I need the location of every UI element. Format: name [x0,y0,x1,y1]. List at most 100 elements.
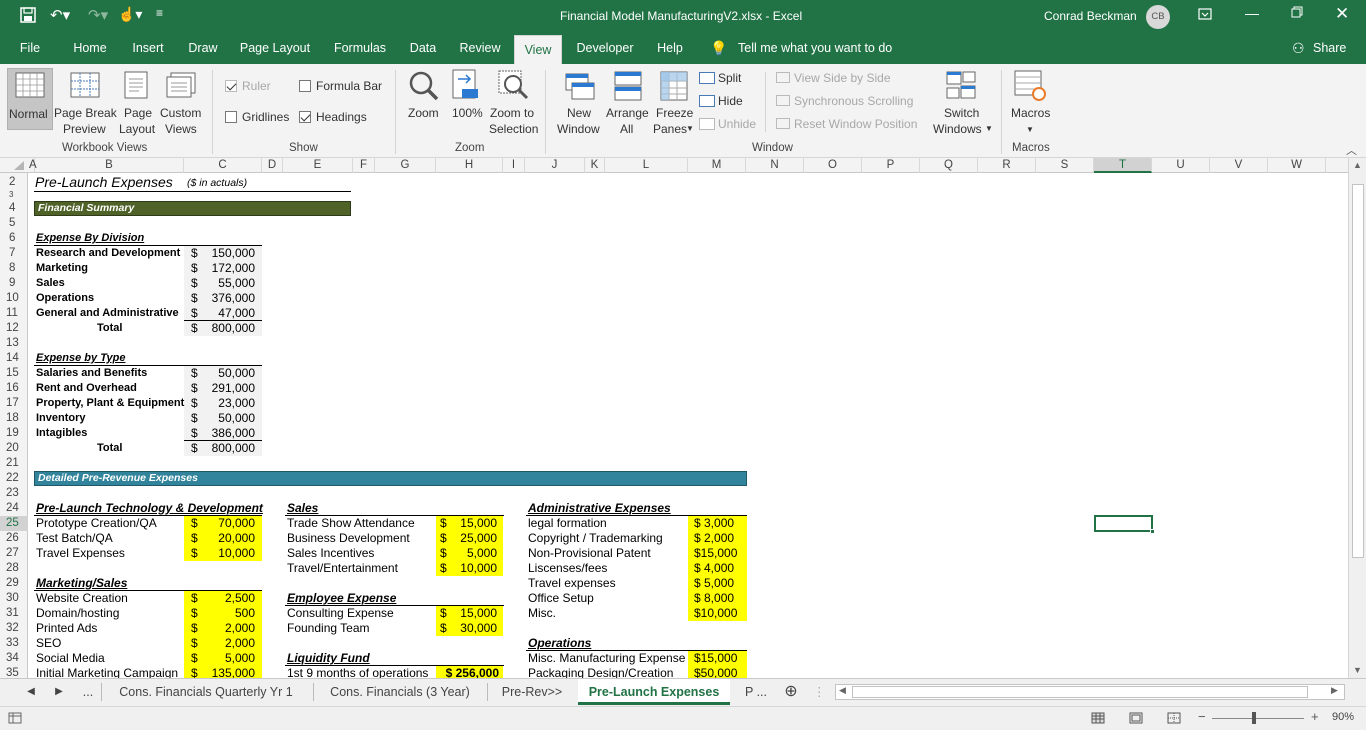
tech-item-value[interactable]: 10,000 [201,546,255,561]
admin-item-label[interactable]: Liscenses/fees [528,561,607,576]
hide-button[interactable]: Hide [718,93,743,109]
admin-item-value[interactable]: $ 2,000 [694,531,734,546]
next-sheet-icon[interactable]: ▶ [52,679,66,705]
row-header[interactable]: 30 [0,591,28,606]
admin-item-label[interactable]: Office Setup [528,591,594,606]
page-layout-label-1[interactable]: Page [124,105,152,121]
detailed-expenses-bar[interactable]: Detailed Pre-Revenue Expenses [34,471,747,486]
liquidity-heading[interactable]: Liquidity Fund [287,651,370,666]
fill-handle[interactable] [1150,529,1155,534]
sheet-tab[interactable]: Pre-Rev>> [492,679,572,705]
row-header[interactable]: 28 [0,561,28,576]
formula-bar-checkbox[interactable] [299,80,311,92]
page-layout-label-2[interactable]: Layout [119,121,155,137]
marketing-item-label[interactable]: Initial Marketing Campaign [36,666,178,678]
scroll-right-icon[interactable]: ▶ [1331,685,1338,696]
admin-item-label[interactable]: Copyright / Trademarking [528,531,663,546]
row-header[interactable]: 15 [0,366,28,381]
col-header[interactable]: G [375,158,436,173]
sheet-title[interactable]: Pre-Launch Expenses [35,175,173,190]
sheet-tab-active[interactable]: Pre-Launch Expenses [578,679,730,705]
gridlines-checkbox[interactable] [225,111,237,123]
page-layout-status-icon[interactable] [1129,712,1143,727]
zoom-selection-label-2[interactable]: Selection [489,121,538,137]
sheet-tab-more[interactable]: P ... [738,679,774,705]
share-button[interactable]: Share [1313,33,1346,64]
row-header[interactable]: 20 [0,441,28,456]
row-header[interactable]: 14 [0,351,28,366]
row-header[interactable]: 26 [0,531,28,546]
tab-formulas[interactable]: Formulas [328,33,392,64]
sales-item-label[interactable]: Travel/Entertainment [287,561,398,576]
operations-item-label[interactable]: Packaging Design/Creation [528,666,673,678]
employee-item-label[interactable]: Founding Team [287,621,370,636]
admin-item-value[interactable]: $10,000 [694,606,737,621]
custom-views-label-1[interactable]: Custom [160,105,201,121]
marketing-item-label[interactable]: Website Creation [36,591,128,606]
type-label[interactable]: Rent and Overhead [36,381,137,396]
customize-qat-icon[interactable]: ≡ [156,6,163,20]
close-icon[interactable]: ✕ [1335,4,1349,24]
row-header[interactable]: 23 [0,486,28,501]
sales-item-value[interactable]: 25,000 [449,531,497,546]
user-name[interactable]: Conrad Beckman [1044,9,1137,23]
admin-item-value[interactable]: $ 3,000 [694,516,734,531]
row-header[interactable]: 34 [0,651,28,666]
marketing-item-value[interactable]: 135,000 [201,666,255,678]
prev-sheet-icon[interactable]: ◀ [24,679,38,705]
col-header[interactable]: U [1152,158,1210,173]
arrange-all-label-2[interactable]: All [620,121,633,137]
col-header[interactable]: S [1036,158,1094,173]
row-header[interactable]: 6 [0,231,28,246]
sales-item-value[interactable]: 10,000 [449,561,497,576]
tech-item-label[interactable]: Travel Expenses [36,546,125,561]
type-value[interactable]: 291,000 [201,381,255,396]
liquidity-item-value[interactable]: $ 256,000 [433,666,499,678]
admin-item-value[interactable]: $ 4,000 [694,561,734,576]
tell-me-search[interactable]: Tell me what you want to do [738,33,892,64]
row-header[interactable]: 5 [0,216,28,231]
sales-item-value[interactable]: 15,000 [449,516,497,531]
tech-item-label[interactable]: Prototype Creation/QA [36,516,157,531]
tab-insert[interactable]: Insert [126,33,170,64]
freeze-panes-label-1[interactable]: Freeze [656,105,693,121]
division-value[interactable]: 376,000 [201,291,255,306]
active-cell[interactable] [1094,515,1155,534]
sales-item-label[interactable]: Trade Show Attendance [287,516,415,531]
synchronous-scrolling-button[interactable]: Synchronous Scrolling [794,93,913,109]
division-label[interactable]: Research and Development [36,246,180,261]
admin-item-label[interactable]: legal formation [528,516,607,531]
division-value[interactable]: 47,000 [201,306,255,321]
type-value[interactable]: 50,000 [201,366,255,381]
zoom-slider-thumb[interactable] [1252,712,1256,724]
zoom-level[interactable]: 90% [1332,711,1354,723]
row-header[interactable]: 16 [0,381,28,396]
sheet-tab[interactable]: Cons. Financials (3 Year) [318,679,482,705]
marketing-item-value[interactable]: 5,000 [201,651,255,666]
division-value[interactable]: 55,000 [201,276,255,291]
macro-record-icon[interactable] [8,712,22,727]
view-side-by-side-button[interactable]: View Side by Side [794,70,891,86]
col-header[interactable]: I [503,158,525,173]
zoom-selection-label-1[interactable]: Zoom to [490,105,534,121]
row-header[interactable]: 12 [0,321,28,336]
row-header[interactable]: 3 [0,190,28,199]
type-label[interactable]: Intagibles [36,426,87,441]
tab-home[interactable]: Home [66,33,114,64]
col-header[interactable]: W [1268,158,1326,173]
restore-icon[interactable] [1291,6,1303,21]
row-header[interactable]: 9 [0,276,28,291]
admin-item-value[interactable]: $15,000 [694,546,737,561]
headings-checkbox[interactable] [299,111,311,123]
row-header[interactable]: 2 [0,175,28,190]
division-label[interactable]: Operations [36,291,94,306]
row-header[interactable]: 13 [0,336,28,351]
marketing-item-label[interactable]: SEO [36,636,61,651]
page-break-status-icon[interactable] [1167,712,1181,727]
division-total-label[interactable]: Total [97,321,122,336]
employee-item-value[interactable]: 15,000 [449,606,497,621]
split-button[interactable]: Split [718,70,741,86]
scroll-down-icon[interactable]: ▼ [1353,665,1362,675]
page-break-label-2[interactable]: Preview [63,121,106,137]
col-header[interactable]: H [436,158,503,173]
